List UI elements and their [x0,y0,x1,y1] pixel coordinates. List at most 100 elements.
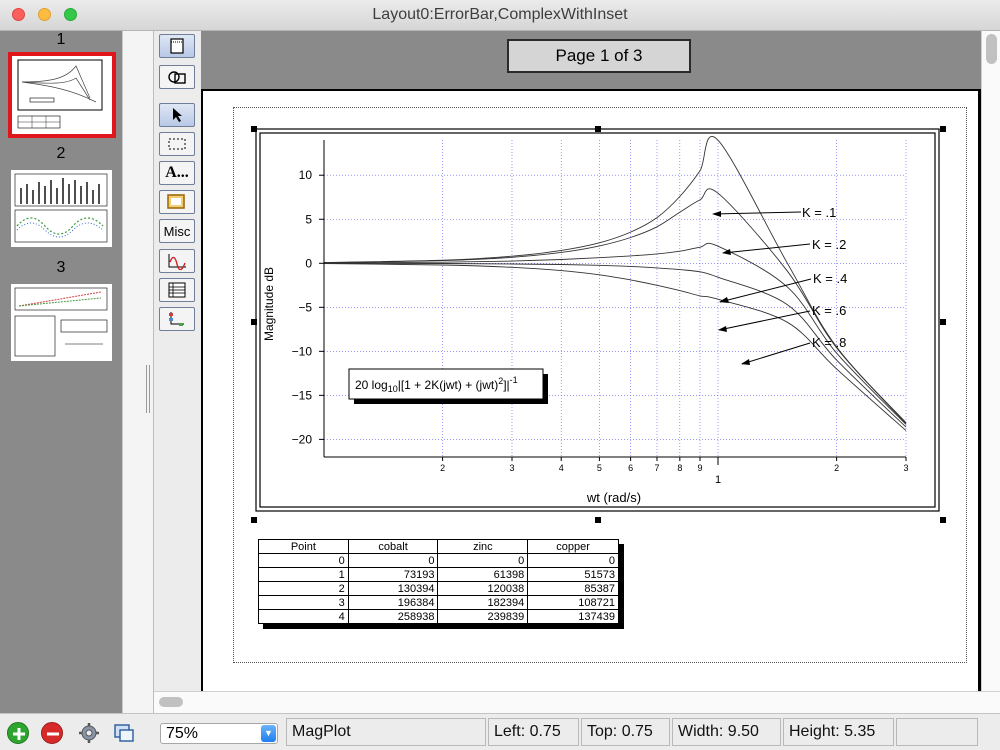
annotation-k04-label: K = .4 [813,271,847,286]
page-label: Page 1 of 3 [507,39,691,73]
table-row: 3 196384 182394 108721 [258,595,619,610]
table-cell: 120038 [437,581,529,596]
table-cell: 137439 [527,609,619,624]
arrow-tool-button[interactable] [159,103,195,127]
width-field: Width: 9.50 [672,718,781,746]
x-tick-label: 9 [697,463,702,473]
table-header: copper [527,539,619,554]
table-row: 2 130394 120038 85387 [258,581,619,596]
annotation-k06-label: K = .6 [812,303,846,318]
table-cell: 51573 [527,567,619,582]
horizontal-scroll-thumb[interactable] [159,697,183,707]
selection-handle[interactable] [940,319,946,325]
page-sidebar: 1 2 3 [0,31,122,713]
table-cell: 0 [437,553,529,568]
x-tick-label: 2 [440,463,445,473]
page-thumbnail-1[interactable] [8,52,116,138]
window-title: Layout0:ErrorBar,ComplexWithInset [372,6,628,23]
table-header: zinc [437,539,529,554]
table-cell: 61398 [437,567,529,582]
left-position-field: Left: 0.75 [488,718,579,746]
table-cell: 108721 [527,595,619,610]
misc-tool-button[interactable]: Misc [159,219,195,243]
y-tick-label: −5 [298,300,312,314]
arrow-tool-icon [173,108,182,122]
selection-handle[interactable] [940,126,946,132]
add-page-icon [13,728,25,740]
selection-handle[interactable] [251,126,257,132]
drawing-mode-button[interactable] [159,65,195,89]
formula-text: 20 log10|[1 + 2K(jwt) + (jwt)2]|-1 [355,375,518,394]
drawing-mode-icon [168,71,186,84]
table-header: Point [258,539,349,554]
marquee-tool-button[interactable] [159,132,195,156]
settings-button[interactable] [78,722,100,744]
object-name-field: MagPlot [286,718,486,746]
table-cell: 182394 [437,595,529,610]
selection-handle[interactable] [251,517,257,523]
table-header-row: Point cobalt zinc copper [258,539,619,554]
layout-canvas[interactable]: Page 1 of 3 10 5 0 −5 −10 −15 −20 2 3 4 5 6 7 8 9 2 3 1 M… [201,31,981,691]
y-tick-label: −10 [292,344,313,358]
table-cell: 239839 [437,609,529,624]
formula-inset[interactable]: 20 log10|[1 + 2K(jwt) + (jwt)2]|-1 [348,368,548,404]
table-cell: 0 [347,553,439,568]
y-tick-label: 0 [305,256,312,270]
magplot-graph[interactable]: 1050−5−10−15−202 3 4 5 6 7 8 9 2 31 Magnitude dB … [253,126,953,522]
table-cell: 130394 [347,581,439,596]
x-tick-label: 4 [559,463,564,473]
layout-mode-button[interactable] [159,34,195,58]
annotation-k08-label: K = .8 [812,335,846,350]
table-cell: 0 [258,553,349,568]
table-cell: 85387 [527,581,619,596]
page-number-2: 2 [56,145,66,162]
table-row: 0 0 0 0 [258,553,619,568]
selection-handle[interactable] [940,517,946,523]
x-tick-label: 6 [628,463,633,473]
add-page-button[interactable] [7,722,29,744]
text-tool-button[interactable]: A... [159,161,195,185]
vertical-scroll-thumb[interactable] [986,34,997,64]
export-icon [114,724,134,742]
selection-handle[interactable] [595,517,601,523]
table-row: 1 73193 61398 51573 [258,567,619,582]
table-cell: 0 [527,553,619,568]
top-position-field: Top: 0.75 [581,718,670,746]
marquee-tool-icon [168,138,186,150]
selection-handle[interactable] [595,126,601,132]
text-tool-icon: A... [165,164,189,181]
export-button[interactable] [113,722,135,744]
data-table[interactable]: Point cobalt zinc copper 0 0 0 0 1 73193… [258,539,619,624]
table-cell: 1 [258,567,349,582]
graph-tool-icon [168,254,186,270]
zoom-value: 75% [166,725,199,742]
y-tick-label: −15 [292,388,313,402]
page-thumbnail-2[interactable] [11,170,112,247]
x-major-tick-label: 1 [715,474,721,486]
chevron-down-icon[interactable]: ▼ [261,725,276,742]
table-header: cobalt [347,539,439,554]
x-tick-label: 7 [654,463,659,473]
y-tick-label: 5 [305,212,312,226]
splitter-grip[interactable] [146,365,152,413]
layout-page[interactable]: 10 5 0 −5 −10 −15 −20 2 3 4 5 6 7 8 9 2 3 1 Magnitude dB … [201,89,981,691]
table-cell: 196384 [347,595,439,610]
table-cell: 258938 [347,609,439,624]
table-row: 4 258938 239839 137439 [258,609,619,624]
table-cell: 2 [258,581,349,596]
graph-tool-button[interactable] [159,249,195,273]
page-number-1: 1 [56,31,66,48]
x-tick-label: 3 [509,463,514,473]
frame-tool-button[interactable] [159,190,195,214]
x-tick-label: 5 [597,463,602,473]
y-tick-label: 10 [299,168,313,182]
table-tool-button[interactable] [159,278,195,302]
vertical-scrollbar[interactable] [981,31,1000,691]
horizontal-scrollbar[interactable] [154,691,1000,713]
remove-page-button[interactable] [41,722,63,744]
selection-handle[interactable] [251,319,257,325]
page-thumbnail-3[interactable] [11,284,112,361]
x-tick-label: 2 [834,463,839,473]
axis-tool-button[interactable] [159,307,195,331]
zoom-select[interactable]: 75% ▼ [160,723,278,744]
